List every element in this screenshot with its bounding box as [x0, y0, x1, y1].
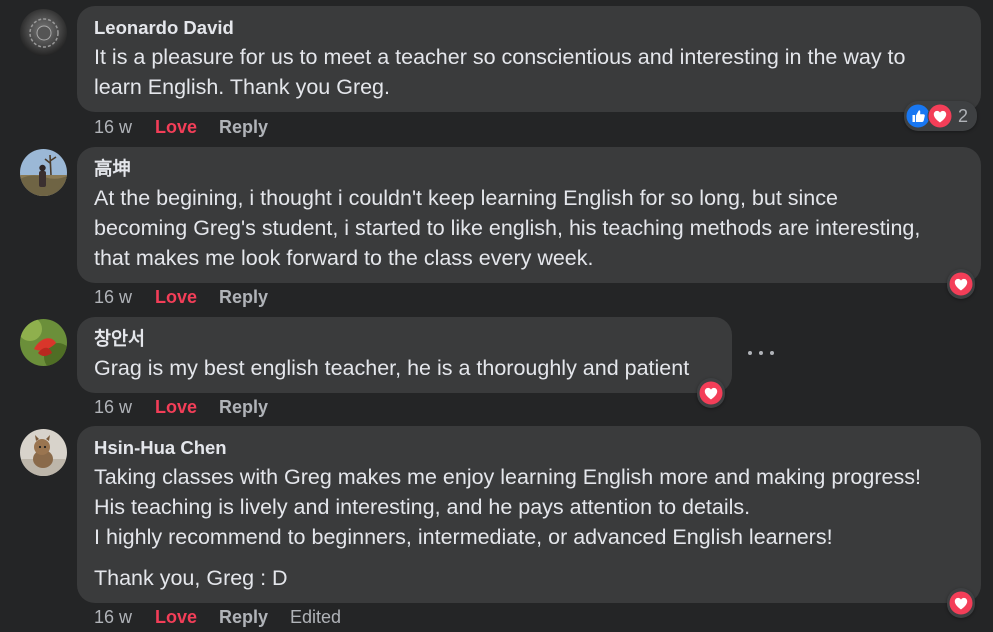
- reply-button[interactable]: Reply: [219, 116, 290, 138]
- love-icon: [698, 380, 724, 406]
- reply-button[interactable]: Reply: [219, 396, 290, 418]
- reaction-summary[interactable]: [947, 588, 975, 618]
- reaction-summary[interactable]: 2: [904, 101, 978, 131]
- comment-author[interactable]: 창안서: [94, 325, 716, 353]
- comment-timestamp[interactable]: 16 w: [94, 286, 155, 308]
- comment-line: I highly recommend to beginners, interme…: [94, 525, 833, 549]
- comment-timestamp[interactable]: 16 w: [94, 396, 155, 418]
- comment-author[interactable]: Hsin-Hua Chen: [94, 434, 965, 462]
- love-icon: [948, 590, 974, 616]
- comment-line: becoming Greg's student, i started to li…: [94, 216, 921, 240]
- comment-text: At the begining, i thought i couldn't ke…: [94, 183, 965, 273]
- reaction-summary[interactable]: [697, 378, 725, 408]
- love-button[interactable]: Love: [155, 606, 219, 628]
- avatar[interactable]: [20, 149, 67, 196]
- comment-actions: 16 w Love Reply Edited: [94, 606, 341, 628]
- comment-actions: 16 w Love Reply: [94, 396, 290, 418]
- reply-button[interactable]: Reply: [219, 606, 290, 628]
- comment-bubble: Leonardo David It is a pleasure for us t…: [77, 6, 981, 112]
- comment-actions: 16 w Love Reply: [94, 116, 290, 138]
- comment-text: Grag is my best english teacher, he is a…: [94, 353, 716, 383]
- comment-line: Taking classes with Greg makes me enjoy …: [94, 465, 921, 489]
- comment-text: Taking classes with Greg makes me enjoy …: [94, 462, 965, 593]
- comment-line: Thank you, Greg : D: [94, 566, 288, 590]
- comment-line: learn English. Thank you Greg.: [94, 75, 390, 99]
- love-icon: [948, 271, 974, 297]
- avatar[interactable]: [20, 319, 67, 366]
- comment-bubble: 高坤 At the begining, i thought i couldn't…: [77, 147, 981, 283]
- reply-button[interactable]: Reply: [219, 286, 290, 308]
- comment-line: It is a pleasure for us to meet a teache…: [94, 45, 906, 69]
- comment-line: Grag is my best english teacher, he is a…: [94, 356, 690, 380]
- comment-text: It is a pleasure for us to meet a teache…: [94, 42, 965, 102]
- comment-author[interactable]: Leonardo David: [94, 14, 965, 42]
- edited-label[interactable]: Edited: [290, 606, 341, 628]
- comment-line: that makes me look forward to the class …: [94, 246, 594, 270]
- comment-author[interactable]: 高坤: [94, 155, 965, 183]
- more-options-icon[interactable]: [748, 343, 774, 363]
- comment-line: At the begining, i thought i couldn't ke…: [94, 186, 838, 210]
- reaction-count: 2: [958, 105, 969, 126]
- comment-line: His teaching is lively and interesting, …: [94, 495, 751, 519]
- love-button[interactable]: Love: [155, 116, 219, 138]
- comment-actions: 16 w Love Reply: [94, 286, 290, 308]
- avatar[interactable]: [20, 9, 67, 56]
- love-button[interactable]: Love: [155, 396, 219, 418]
- love-icon: [927, 103, 953, 129]
- comment-timestamp[interactable]: 16 w: [94, 606, 155, 628]
- avatar[interactable]: [20, 429, 67, 476]
- comment-timestamp[interactable]: 16 w: [94, 116, 155, 138]
- reaction-summary[interactable]: [947, 269, 975, 299]
- comment-bubble: 창안서 Grag is my best english teacher, he …: [77, 317, 732, 393]
- love-button[interactable]: Love: [155, 286, 219, 308]
- comment-bubble: Hsin-Hua Chen Taking classes with Greg m…: [77, 426, 981, 603]
